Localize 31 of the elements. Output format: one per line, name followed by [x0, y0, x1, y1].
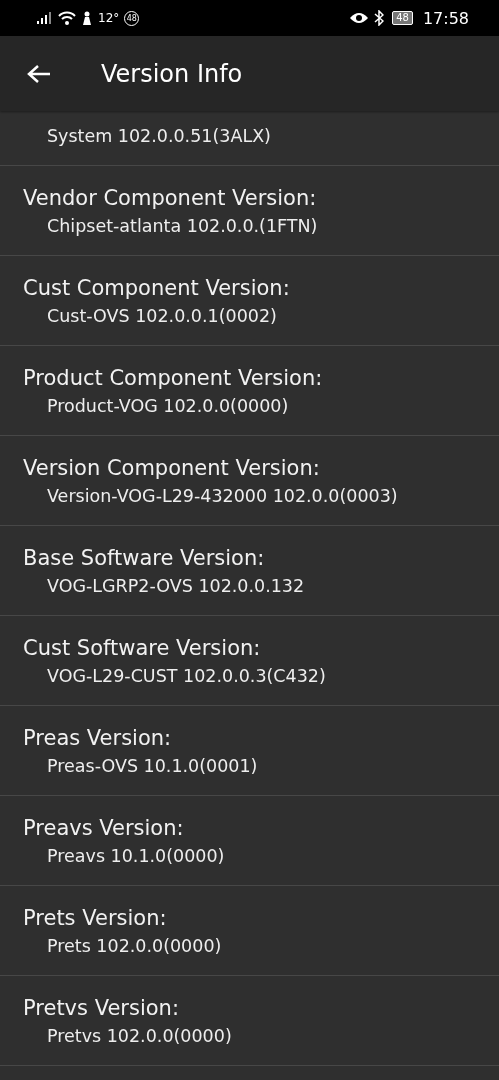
item-value: Version-VOG-L29-432000 102.0.0(0003) — [46, 485, 399, 506]
item-value: System 102.0.0.51(3ALX) — [46, 126, 272, 146]
battery-icon: 48 — [392, 11, 413, 25]
item-value: Preas-OVS 10.1.0(0001) — [46, 755, 259, 776]
temperature: 12° — [98, 11, 120, 25]
item-label: Cust Software Version: — [23, 635, 262, 660]
screen-title: Version Info — [101, 59, 243, 88]
item-value: Cust-OVS 102.0.0.1(0002) — [46, 305, 278, 326]
item-label: Vendor Component Version: — [23, 185, 318, 210]
item-value: Product-VOG 102.0.0(0000) — [46, 395, 290, 416]
item-label: Prets Version: — [23, 905, 168, 930]
item-label: Cust Component Version: — [23, 275, 291, 300]
item-label: Preavs Version: — [23, 815, 185, 840]
item-label: Pretvs Version: — [23, 995, 180, 1020]
item-value: Chipset-atlanta 102.0.0.(1FTN) — [46, 215, 319, 236]
item-value: Prets 102.0.0(0000) — [46, 935, 223, 956]
item-label: Preas Version: — [23, 725, 173, 750]
item-value: Preavs 10.1.0(0000) — [46, 845, 226, 866]
back-arrow-icon[interactable] — [27, 63, 51, 84]
item-label: Version Component Version: — [23, 455, 321, 480]
eye-icon — [349, 12, 370, 24]
item-label: Base Software Version: — [23, 545, 266, 570]
wifi-icon — [58, 11, 76, 25]
person-icon — [81, 11, 93, 25]
clock-time: 17:58 — [422, 8, 469, 28]
item-label: Product Component Version: — [23, 365, 324, 390]
bluetooth-icon — [374, 10, 385, 26]
item-value: Pretvs 102.0.0(0000) — [46, 1025, 233, 1046]
item-value: VOG-LGRP2-OVS 102.0.0.132 — [46, 575, 306, 596]
item-value: VOG-L29-CUST 102.0.0.3(C432) — [46, 665, 327, 686]
signal-icon — [37, 12, 53, 24]
